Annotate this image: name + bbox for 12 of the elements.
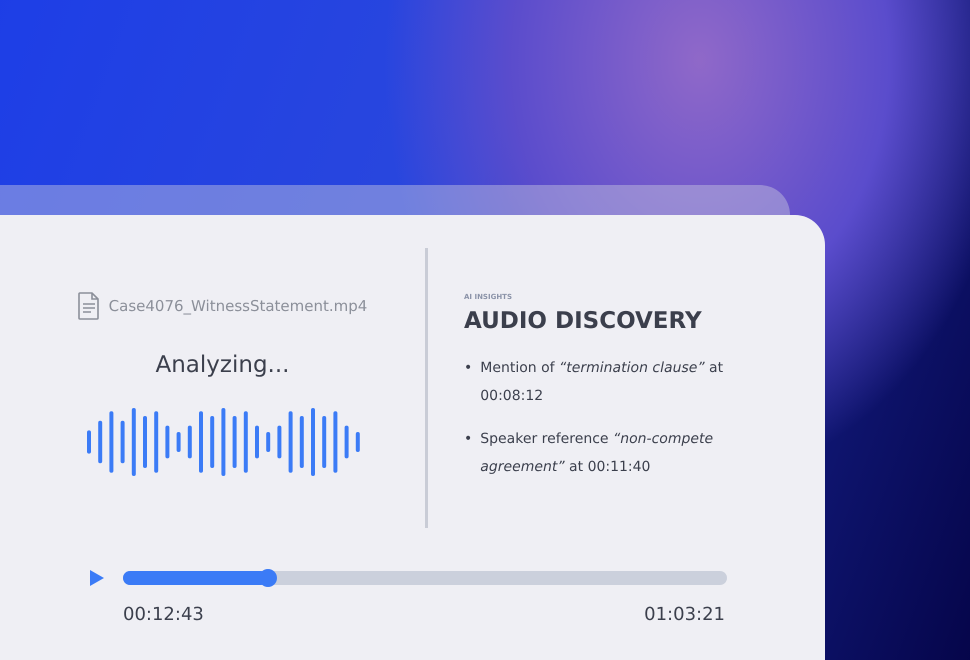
progress-track[interactable] bbox=[123, 571, 727, 585]
insight-item: Mention of “termination clause” at 00:08:12 bbox=[480, 359, 724, 406]
play-icon[interactable] bbox=[90, 570, 104, 586]
bullet-mark: • bbox=[464, 430, 472, 449]
insight-item: Speaker reference “non-compete agreement” at 00:11:40 bbox=[480, 430, 714, 477]
bullet-mark: • bbox=[464, 359, 472, 378]
section-title: AUDIO DISCOVERY bbox=[464, 308, 703, 334]
status-text: Analyzing... bbox=[156, 352, 290, 378]
elapsed-time: 00:12:43 bbox=[123, 604, 204, 625]
document-icon bbox=[78, 292, 100, 320]
total-time: 01:03:21 bbox=[644, 604, 725, 625]
file-name: Case4076_WitnessStatement.mp4 bbox=[108, 297, 368, 315]
